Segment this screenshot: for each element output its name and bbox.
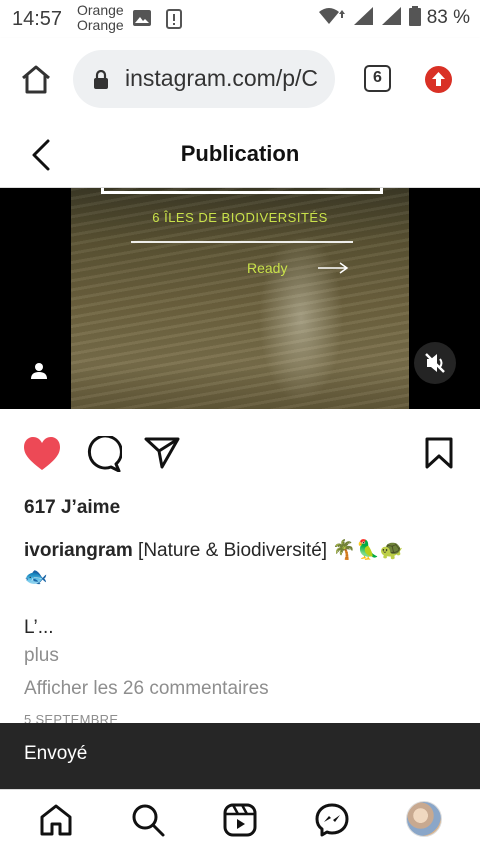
browser-toolbar: instagram.com/p/C 6 [0, 38, 480, 122]
nav-home[interactable] [38, 802, 74, 838]
toast-notification: Envoyé [0, 723, 480, 789]
view-comments-link[interactable]: Afficher les 26 commentaires [24, 678, 269, 700]
nav-search[interactable] [130, 802, 166, 838]
battery-icon [408, 5, 421, 31]
like-button[interactable] [22, 436, 62, 477]
lock-icon [93, 69, 109, 95]
browser-home-button[interactable] [18, 62, 54, 98]
nav-messenger[interactable] [314, 802, 350, 838]
status-bar: 14:57 Orange Orange 83 % [0, 0, 480, 38]
arrow-right-icon [317, 261, 349, 280]
profile-avatar[interactable] [406, 801, 442, 837]
mute-button[interactable] [414, 342, 456, 384]
reels-icon [223, 803, 257, 837]
save-button[interactable] [424, 436, 454, 475]
caption-truncated: L’... [24, 617, 54, 638]
video-frame: 6 ÎLES DE BIODIVERSITÉS Ready [71, 188, 409, 409]
mute-icon [425, 353, 445, 373]
toast-message: Envoyé [24, 743, 88, 764]
caption-text: [Nature & Biodiversité] 🌴🦜🐢 [138, 540, 404, 561]
caption-username[interactable]: ivoriangram [24, 540, 133, 561]
like-count[interactable]: 617 J’aime [24, 497, 120, 519]
share-button[interactable] [144, 436, 180, 475]
video-ready-label: Ready [247, 260, 288, 276]
user-tag-icon[interactable] [29, 361, 49, 386]
home-icon [40, 804, 72, 836]
page-title: Publication [180, 141, 300, 166]
nav-reels[interactable] [222, 802, 258, 838]
post-video[interactable]: 6 ÎLES DE BIODIVERSITÉS Ready [0, 188, 480, 409]
url-bar[interactable]: instagram.com/p/C [73, 50, 335, 108]
status-carrier: Orange Orange [77, 2, 124, 33]
status-right: 83 % [317, 5, 470, 31]
signal-icon [353, 6, 375, 31]
alert-icon [166, 9, 182, 34]
comment-icon [87, 434, 123, 473]
arrow-up-icon [432, 72, 445, 86]
messenger-icon [315, 803, 349, 837]
gallery-icon [132, 9, 152, 32]
battery-level: 83 % [426, 7, 470, 28]
heart-icon [24, 437, 60, 470]
video-frame-border [101, 188, 383, 194]
update-button[interactable] [425, 66, 452, 93]
share-icon [144, 437, 180, 469]
wifi-icon [317, 6, 347, 31]
bottom-nav [0, 789, 480, 854]
home-icon [22, 65, 50, 94]
bookmark-icon [425, 437, 453, 469]
video-caption: 6 ÎLES DE BIODIVERSITÉS [152, 210, 328, 225]
post-actions [0, 430, 480, 480]
video-divider [131, 241, 353, 243]
post-header: Publication [0, 122, 480, 188]
search-icon [132, 804, 165, 837]
signal-icon-2 [381, 6, 403, 31]
post-caption: ivoriangram [Nature & Biodiversité] 🌴🦜🐢 … [24, 537, 464, 591]
comment-button[interactable] [84, 434, 123, 477]
url-text: instagram.com/p/C [125, 65, 319, 91]
tab-switcher-button[interactable]: 6 [364, 65, 391, 92]
more-link[interactable]: plus [24, 645, 59, 667]
caption-text-cont: 🐟 [24, 567, 48, 588]
status-time: 14:57 [12, 8, 63, 30]
